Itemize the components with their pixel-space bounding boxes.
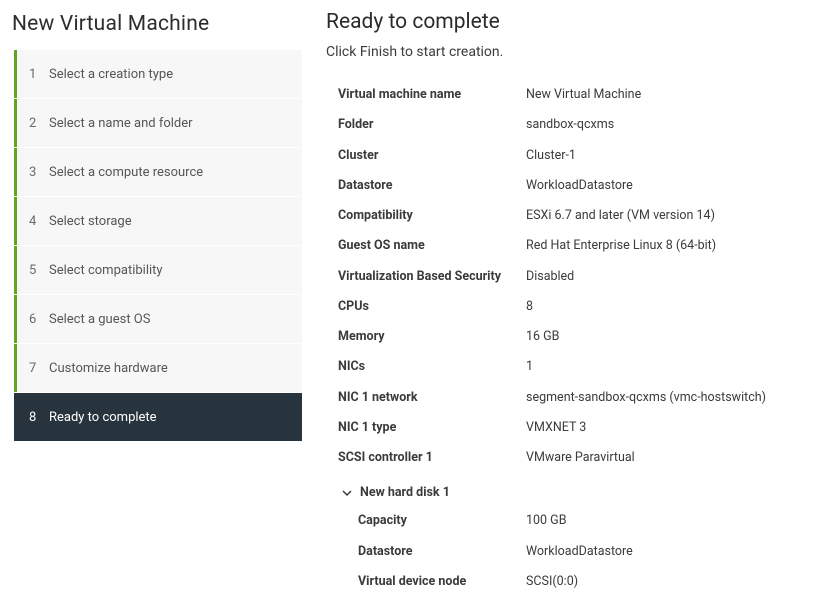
summary-value: VMXNET 3 bbox=[526, 420, 812, 436]
summary-row: Capacity100 GB bbox=[326, 506, 812, 536]
wizard-step-4[interactable]: 4Select storage bbox=[14, 197, 302, 245]
wizard-steps: 1Select a creation type2Select a name an… bbox=[10, 50, 302, 441]
summary-value: Disabled bbox=[526, 269, 812, 285]
disk-section-header[interactable]: New hard disk 1 bbox=[326, 473, 812, 506]
summary-row: Virtual device nodeSCSI(0:0) bbox=[326, 567, 812, 597]
wizard-sidebar: New Virtual Machine 1Select a creation t… bbox=[0, 0, 302, 605]
page-title: Ready to complete bbox=[326, 10, 812, 34]
summary-key: Virtualization Based Security bbox=[326, 269, 526, 285]
summary-row: Guest OS nameRed Hat Enterprise Linux 8 … bbox=[326, 231, 812, 261]
summary-row: Memory16 GB bbox=[326, 322, 812, 352]
summary-value: sandbox-qcxms bbox=[526, 117, 812, 133]
step-number: 8 bbox=[29, 410, 49, 425]
summary-value: segment-sandbox-qcxms (vmc-hostswitch) bbox=[526, 390, 812, 406]
summary-value: New Virtual Machine bbox=[526, 87, 812, 103]
summary-rows: Virtual machine nameNew Virtual MachineF… bbox=[326, 80, 812, 473]
step-label: Select a creation type bbox=[49, 67, 173, 82]
step-number: 4 bbox=[29, 214, 49, 229]
wizard-title: New Virtual Machine bbox=[10, 12, 302, 50]
summary-value: SCSI(0:0) bbox=[526, 574, 812, 590]
summary-key: Virtual machine name bbox=[326, 87, 526, 103]
summary-row: Virtual machine nameNew Virtual Machine bbox=[326, 80, 812, 110]
summary-value: WorkloadDatastore bbox=[526, 544, 812, 560]
summary-value: 8 bbox=[526, 299, 812, 315]
summary-row: ClusterCluster-1 bbox=[326, 141, 812, 171]
page-subtitle: Click Finish to start creation. bbox=[326, 44, 812, 60]
wizard-step-5[interactable]: 5Select compatibility bbox=[14, 246, 302, 294]
step-number: 2 bbox=[29, 116, 49, 131]
disk-section-label: New hard disk 1 bbox=[360, 485, 450, 500]
wizard-step-8[interactable]: 8Ready to complete bbox=[14, 393, 302, 441]
summary-key: NIC 1 network bbox=[326, 390, 526, 406]
wizard-main: Ready to complete Click Finish to start … bbox=[302, 0, 822, 605]
disk-rows: Capacity100 GBDatastoreWorkloadDatastore… bbox=[326, 506, 812, 605]
summary-key: Datastore bbox=[326, 178, 526, 194]
summary-row: CPUs8 bbox=[326, 292, 812, 322]
summary-value: 16 GB bbox=[526, 329, 812, 345]
summary-row: DatastoreWorkloadDatastore bbox=[326, 171, 812, 201]
summary-row: DatastoreWorkloadDatastore bbox=[326, 537, 812, 567]
chevron-down-icon bbox=[340, 486, 354, 500]
summary-key: SCSI controller 1 bbox=[326, 450, 526, 466]
step-number: 1 bbox=[29, 67, 49, 82]
summary-key: Datastore bbox=[326, 544, 526, 560]
summary-value: Red Hat Enterprise Linux 8 (64-bit) bbox=[526, 238, 812, 254]
summary-value: 1 bbox=[526, 359, 812, 375]
summary-value: VMware Paravirtual bbox=[526, 450, 812, 466]
summary-row: NIC 1 typeVMXNET 3 bbox=[326, 413, 812, 443]
summary-key: Memory bbox=[326, 329, 526, 345]
wizard-step-6[interactable]: 6Select a guest OS bbox=[14, 295, 302, 343]
summary-key: Folder bbox=[326, 117, 526, 133]
wizard-step-7[interactable]: 7Customize hardware bbox=[14, 344, 302, 392]
summary-row: Foldersandbox-qcxms bbox=[326, 110, 812, 140]
step-label: Ready to complete bbox=[49, 410, 157, 425]
summary-key: Capacity bbox=[326, 513, 526, 529]
summary-row: ModeDependent bbox=[326, 597, 812, 605]
summary-value: ESXi 6.7 and later (VM version 14) bbox=[526, 208, 812, 224]
step-number: 3 bbox=[29, 165, 49, 180]
wizard-step-2[interactable]: 2Select a name and folder bbox=[14, 99, 302, 147]
summary-row: Virtualization Based SecurityDisabled bbox=[326, 262, 812, 292]
summary-value: WorkloadDatastore bbox=[526, 178, 812, 194]
step-number: 7 bbox=[29, 361, 49, 376]
step-label: Select a guest OS bbox=[49, 312, 150, 327]
summary-key: CPUs bbox=[326, 299, 526, 315]
summary-key: Cluster bbox=[326, 148, 526, 164]
summary-row: SCSI controller 1VMware Paravirtual bbox=[326, 443, 812, 473]
summary-value: Cluster-1 bbox=[526, 148, 812, 164]
summary-value: 100 GB bbox=[526, 513, 812, 529]
summary-row: NICs1 bbox=[326, 352, 812, 382]
step-label: Select compatibility bbox=[49, 263, 163, 278]
wizard-step-3[interactable]: 3Select a compute resource bbox=[14, 148, 302, 196]
step-label: Select a name and folder bbox=[49, 116, 193, 131]
summary-key: NICs bbox=[326, 359, 526, 375]
summary-key: Guest OS name bbox=[326, 238, 526, 254]
step-number: 6 bbox=[29, 312, 49, 327]
summary-key: Virtual device node bbox=[326, 574, 526, 590]
wizard-step-1[interactable]: 1Select a creation type bbox=[14, 50, 302, 98]
step-label: Customize hardware bbox=[49, 361, 168, 376]
step-number: 5 bbox=[29, 263, 49, 278]
summary-key: Compatibility bbox=[326, 208, 526, 224]
summary-row: NIC 1 networksegment-sandbox-qcxms (vmc-… bbox=[326, 383, 812, 413]
step-label: Select storage bbox=[49, 214, 132, 229]
step-label: Select a compute resource bbox=[49, 165, 203, 180]
summary-key: NIC 1 type bbox=[326, 420, 526, 436]
summary-row: CompatibilityESXi 6.7 and later (VM vers… bbox=[326, 201, 812, 231]
